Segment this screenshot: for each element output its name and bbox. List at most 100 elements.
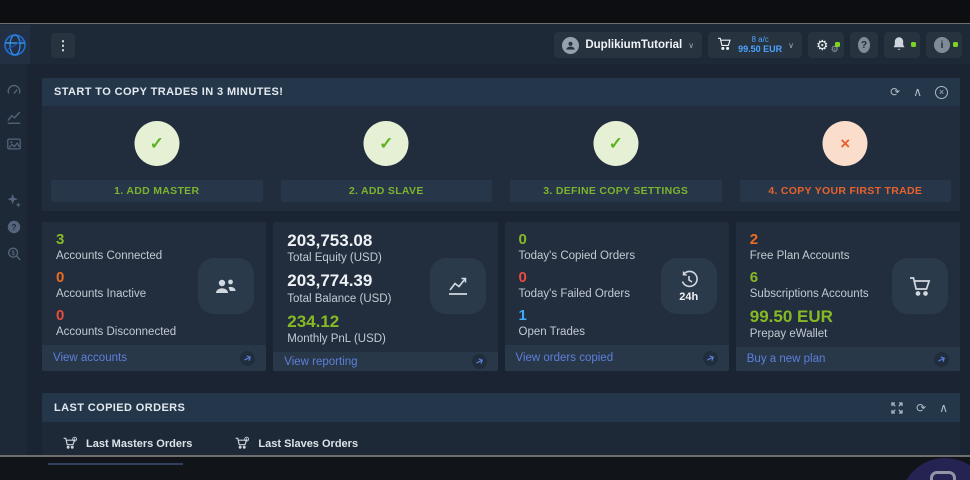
user-avatar-icon [562, 37, 579, 54]
sidebar-item-gallery[interactable] [5, 135, 22, 152]
step-add-master-button[interactable]: 1. ADD MASTER [51, 180, 263, 202]
open-trades-label: Open Trades [519, 326, 715, 338]
svg-text:?: ? [11, 222, 16, 232]
search-dollar-icon: $ [6, 246, 22, 262]
view-accounts-label: View accounts [53, 352, 127, 364]
app-logo [0, 25, 30, 65]
sidebar-item-whats-new[interactable] [5, 191, 22, 208]
copied-orders-value: 0 [519, 231, 715, 249]
expand-icon [891, 402, 903, 414]
collapse-button[interactable]: ∧ [939, 401, 948, 415]
view-reporting-label: View reporting [284, 356, 357, 368]
top-bar: ⋮ DuplikiumTutorial ∨ [0, 23, 970, 64]
cart-clock-icon [62, 436, 78, 451]
24h-badge: 24h [679, 291, 698, 303]
step-copy-first-trade-button[interactable]: 4. COPY YOUR FIRST TRADE [740, 180, 952, 202]
gauge-icon [6, 82, 22, 98]
accounts-connected-value: 3 [56, 231, 252, 249]
prepay-ewallet-label: Prepay eWallet [750, 328, 946, 340]
main-content: START TO COPY TRADES IN 3 MINUTES! ⟳ ∧ ×… [27, 64, 970, 457]
tab-last-slaves-orders[interactable]: Last Slaves Orders [234, 436, 358, 451]
cart-accounts-count: 8 a/c [751, 35, 768, 44]
chevron-down-icon: ∨ [788, 41, 794, 50]
sidebar-item-help[interactable]: ? [5, 218, 22, 235]
chat-bubble-icon [930, 471, 956, 480]
chevron-down-icon: ∨ [688, 41, 694, 50]
step-done-icon: ✓ [593, 121, 638, 166]
orders-panel-header: LAST COPIED ORDERS ⟳ ∧ [42, 393, 960, 422]
close-button[interactable]: × [935, 86, 948, 99]
stat-cards-row: 3 Accounts Connected 0 Accounts Inactive… [42, 222, 960, 371]
chevron-up-icon: ∧ [913, 85, 922, 99]
last-copied-orders-panel: LAST COPIED ORDERS ⟳ ∧ [42, 393, 960, 457]
user-menu-button[interactable]: DuplikiumTutorial ∨ [554, 32, 702, 58]
onboarding-title: START TO COPY TRADES IN 3 MINUTES! [54, 86, 283, 98]
step-add-slave: ✓ 2. ADD SLAVE [272, 106, 502, 211]
step-add-slave-button[interactable]: 2. ADD SLAVE [281, 180, 493, 202]
user-name: DuplikiumTutorial [585, 39, 682, 51]
view-orders-copied-link[interactable]: View orders copied [505, 345, 729, 371]
plans-card: 2 Free Plan Accounts 6 Subscriptions Acc… [736, 222, 960, 371]
step-define-copy-settings-button[interactable]: 3. DEFINE COPY SETTINGS [510, 180, 722, 202]
monthly-pnl-label: Monthly PnL (USD) [287, 333, 483, 345]
image-icon [6, 136, 22, 152]
help-button[interactable]: ? [850, 32, 878, 58]
orders-card: 0 Today's Copied Orders 0 Today's Failed… [505, 222, 729, 371]
gear-icon: ⚙ [816, 37, 829, 54]
step-pending-icon: × [823, 121, 868, 166]
expand-button[interactable] [891, 402, 903, 414]
active-tab-indicator [48, 463, 183, 465]
info-button[interactable]: i [926, 32, 962, 58]
sidebar-item-dashboard[interactable] [5, 81, 22, 98]
cart-icon [716, 36, 732, 54]
clock-history-icon: 24h [661, 258, 717, 314]
line-chart-icon [6, 109, 22, 125]
line-chart-icon [430, 258, 486, 314]
step-add-master: ✓ 1. ADD MASTER [42, 106, 272, 211]
arrow-right-icon [469, 352, 489, 372]
bottom-letterbox [0, 455, 970, 480]
cart-summary-button[interactable]: 8 a/c 99.50 EUR ∨ [708, 32, 802, 58]
onboarding-panel: START TO COPY TRADES IN 3 MINUTES! ⟳ ∧ ×… [42, 78, 960, 211]
view-orders-copied-label: View orders copied [516, 352, 614, 364]
step-define-copy-settings: ✓ 3. DEFINE COPY SETTINGS [501, 106, 731, 211]
notifications-button[interactable] [884, 32, 920, 58]
kebab-menu-icon: ⋮ [57, 38, 70, 53]
cart-balance: 8 a/c 99.50 EUR [738, 35, 782, 55]
tab-last-masters-orders[interactable]: Last Masters Orders [62, 436, 192, 451]
step-done-icon: ✓ [364, 121, 409, 166]
monthly-pnl-value: 234.12 [287, 312, 483, 332]
refresh-button[interactable]: ⟳ [890, 85, 900, 99]
main-menu-button[interactable]: ⋮ [51, 33, 75, 58]
collapse-button[interactable]: ∧ [913, 85, 922, 99]
refresh-button[interactable]: ⟳ [916, 401, 926, 415]
sidebar-item-reporting[interactable] [5, 108, 22, 125]
top-letterbox [0, 0, 970, 23]
orders-panel-title: LAST COPIED ORDERS [54, 402, 185, 414]
cart-clock-icon [234, 436, 250, 451]
onboarding-steps: ✓ 1. ADD MASTER ✓ 2. ADD SLAVE ✓ 3. DEFI… [42, 106, 960, 211]
step-done-icon: ✓ [134, 121, 179, 166]
sidebar-item-pricing[interactable]: $ [5, 245, 22, 262]
total-equity-value: 203,753.08 [287, 231, 483, 251]
refresh-icon: ⟳ [916, 401, 926, 415]
balances-card: 203,753.08 Total Equity (USD) 203,774.39… [273, 222, 497, 371]
buy-new-plan-label: Buy a new plan [747, 353, 826, 365]
buy-new-plan-link[interactable]: Buy a new plan [736, 347, 960, 371]
chevron-up-icon: ∧ [939, 401, 948, 415]
settings-button[interactable]: ⚙ ⚙ [808, 32, 844, 58]
info-icon: i [934, 37, 950, 53]
left-sidebar: ? $ [0, 64, 27, 455]
status-dot [953, 42, 958, 47]
view-accounts-link[interactable]: View accounts [42, 345, 266, 371]
globe-logo-icon [3, 33, 27, 57]
header-actions: DuplikiumTutorial ∨ 8 a/c 99.50 EUR ∨ [554, 32, 962, 58]
users-icon [198, 258, 254, 314]
view-reporting-link[interactable]: View reporting [273, 352, 497, 371]
accounts-card: 3 Accounts Connected 0 Accounts Inactive… [42, 222, 266, 371]
tab-label: Last Masters Orders [86, 438, 192, 450]
close-icon: × [935, 86, 948, 99]
refresh-icon: ⟳ [890, 85, 900, 99]
arrow-right-icon [700, 348, 720, 368]
app-root: ⋮ DuplikiumTutorial ∨ [0, 0, 970, 480]
